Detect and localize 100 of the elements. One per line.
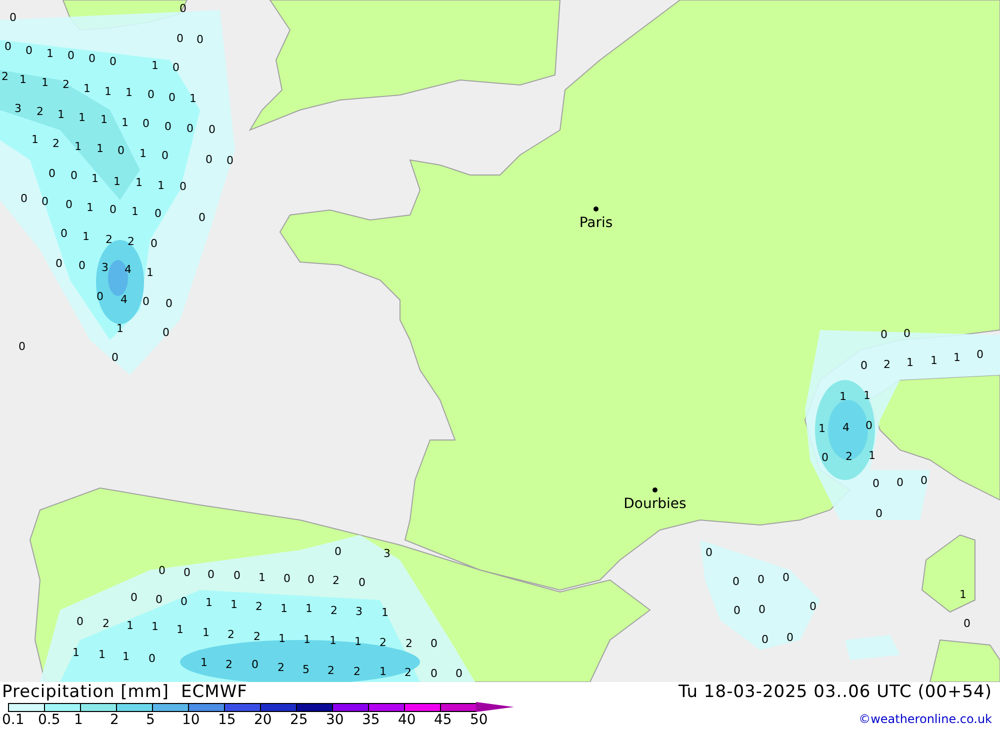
precip-value: 0 — [142, 295, 150, 308]
precip-value: 0 — [156, 593, 162, 606]
precip-value: 0 — [88, 52, 96, 65]
precip-value: 1 — [818, 422, 826, 435]
precip-value: 0 — [148, 652, 156, 665]
precip-value: 1 — [930, 354, 938, 367]
precip-value: 0 — [150, 237, 158, 250]
precip-value: 4 — [120, 293, 128, 306]
precip-value: 1 — [84, 82, 90, 95]
precip-value: 0 — [706, 546, 712, 559]
precip-value: 1 — [960, 588, 966, 601]
precip-value: 0 — [198, 211, 206, 224]
precip-value: 1 — [74, 140, 82, 153]
city-marker — [594, 206, 598, 212]
precip-value: 0 — [896, 476, 904, 489]
precip-value: 1 — [132, 205, 138, 218]
precip-value: 0 — [430, 667, 438, 680]
precip-value: 0 — [872, 477, 880, 490]
precip-value: 1 — [20, 73, 26, 86]
precip-value: 0 — [172, 61, 180, 74]
precip-value: 1 — [146, 266, 154, 279]
precip-value: 0 — [762, 633, 768, 646]
precip-value: 0 — [18, 340, 26, 353]
precip-value: 1 — [122, 650, 130, 663]
precip-value: 0 — [96, 290, 104, 303]
precip-value: 1 — [278, 632, 286, 645]
precip-value: 0 — [208, 123, 216, 136]
precip-value: 2 — [354, 665, 360, 678]
precip-value: 0 — [66, 198, 72, 211]
precip-value: 0 — [782, 571, 790, 584]
precip-value: 0 — [110, 203, 116, 216]
precip-value: 1 — [354, 635, 362, 648]
precip-value: 1 — [58, 108, 64, 121]
precip-value: 0 — [334, 545, 342, 558]
precip-value: 0 — [158, 564, 166, 577]
precip-value: 1 — [330, 634, 336, 647]
precip-value: 0 — [186, 122, 194, 135]
precip-value: 1 — [864, 389, 870, 402]
city-label: Paris — [579, 215, 613, 231]
precip-value: 1 — [158, 179, 164, 192]
precip-value: 1 — [152, 620, 158, 633]
legend-label: 50 — [470, 712, 488, 728]
precip-value: 1 — [176, 623, 184, 636]
precip-value: 1 — [82, 230, 90, 243]
precip-value: 1 — [116, 322, 124, 335]
precip-value: 0 — [168, 91, 176, 104]
precip-value: 1 — [140, 147, 146, 160]
precip-value: 1 — [230, 598, 238, 611]
precip-value: 3 — [384, 547, 390, 560]
precip-value: 2 — [328, 664, 334, 677]
precip-value: 0 — [26, 44, 32, 57]
legend-label: 0.5 — [38, 712, 60, 728]
precip-value: 0 — [734, 604, 740, 617]
precip-value: 0 — [48, 167, 56, 180]
precip-value: 2 — [2, 70, 8, 83]
precip-value: 0 — [456, 667, 462, 680]
precip-value: 1 — [100, 113, 108, 126]
legend-label: 5 — [146, 712, 155, 728]
precip-value: 1 — [92, 172, 98, 185]
precip-value: 0 — [148, 88, 154, 101]
precip-value: 0 — [976, 348, 984, 361]
precip-value: 3 — [14, 102, 22, 115]
precip-value: 0 — [758, 573, 764, 586]
precip-value: 0 — [42, 195, 48, 208]
precip-value: 1 — [46, 47, 54, 60]
precip-value: 2 — [884, 358, 890, 371]
precip-value: 1 — [202, 626, 210, 639]
precip-value: 1 — [72, 646, 80, 659]
precip-value: 1 — [200, 656, 208, 669]
precip-value: 0 — [284, 572, 290, 585]
precip-value: 0 — [430, 637, 438, 650]
precip-value: 0 — [180, 2, 186, 15]
legend-label: 15 — [218, 712, 236, 728]
precip-value: 1 — [840, 390, 846, 403]
precip-value: 1 — [380, 665, 386, 678]
precip-value: 0 — [822, 451, 828, 464]
precip-value: 1 — [126, 619, 134, 632]
map-title: Precipitation [mm] — [2, 682, 170, 702]
precip-value: 1 — [42, 76, 48, 89]
valid-time: Tu 18-03-2025 03..06 UTC (00+54) — [678, 682, 992, 702]
precip-value: 1 — [78, 111, 86, 124]
precip-value: 0 — [112, 351, 118, 364]
precip-value: 2 — [256, 600, 262, 613]
precip-value: 2 — [106, 233, 112, 246]
legend-label: 25 — [290, 712, 308, 728]
precip-value: 0 — [358, 576, 366, 589]
precip-value: 1 — [280, 602, 288, 615]
precip-value: 0 — [154, 207, 162, 220]
precip-value: 2 — [226, 658, 232, 671]
precip-value: 3 — [356, 605, 362, 618]
precip-value: 2 — [254, 630, 260, 643]
precip-value: 0 — [70, 169, 78, 182]
precip-value: 2 — [330, 604, 338, 617]
precip-value: 1 — [136, 176, 142, 189]
credit-link[interactable]: ©weatheronline.co.uk — [858, 712, 992, 726]
precip-value: 0 — [180, 180, 186, 193]
legend-label: 45 — [434, 712, 452, 728]
legend-label: 35 — [362, 712, 380, 728]
precip-value: 1 — [382, 606, 388, 619]
precip-value: 0 — [68, 49, 74, 62]
